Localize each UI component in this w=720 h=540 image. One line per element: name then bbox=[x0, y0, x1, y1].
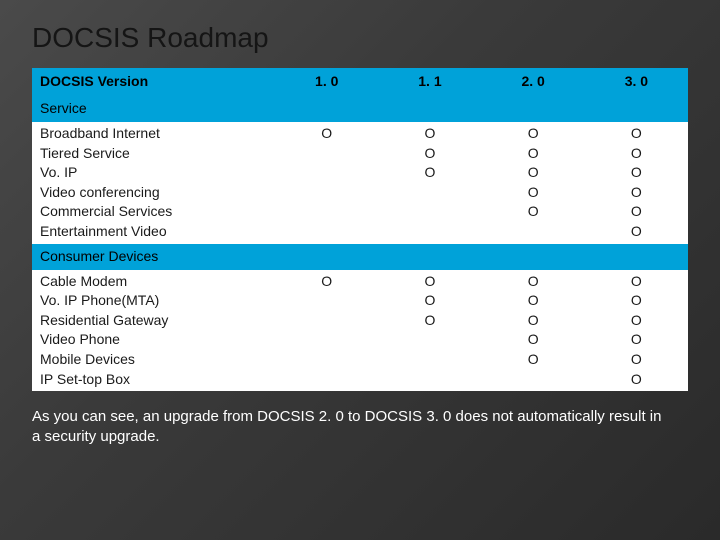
mark: O bbox=[593, 163, 680, 183]
mark: O bbox=[593, 291, 680, 311]
mark: O bbox=[386, 144, 473, 164]
row-item-label: Entertainment Video bbox=[40, 222, 267, 242]
mark: O bbox=[490, 202, 577, 222]
mark: O bbox=[283, 272, 370, 292]
marks-list: O O O bbox=[386, 124, 473, 183]
mark: O bbox=[490, 144, 577, 164]
mark: O bbox=[593, 330, 680, 350]
marks-list: O bbox=[283, 124, 370, 144]
header-version-2: 2. 0 bbox=[482, 68, 585, 96]
mark: O bbox=[386, 291, 473, 311]
section-header-label: Consumer Devices bbox=[32, 244, 688, 270]
marks-list: O O O O O O bbox=[593, 272, 680, 390]
marks-list: O O O bbox=[386, 272, 473, 331]
row-marks-cell: O O O O O bbox=[482, 270, 585, 392]
row-item-label: Vo. IP bbox=[40, 163, 267, 183]
caption-text: As you can see, an upgrade from DOCSIS 2… bbox=[32, 407, 672, 448]
mark: O bbox=[490, 330, 577, 350]
row-item-label: Mobile Devices bbox=[40, 350, 267, 370]
mark: O bbox=[283, 124, 370, 144]
mark: O bbox=[593, 311, 680, 331]
row-item-label: Tiered Service bbox=[40, 144, 267, 164]
row-item-label: Cable Modem bbox=[40, 272, 267, 292]
section-header-row: Consumer Devices bbox=[32, 244, 688, 270]
table-row: Broadband Internet Tiered Service Vo. IP… bbox=[32, 122, 688, 244]
row-marks-cell: O O O O O O bbox=[585, 122, 688, 244]
mark: O bbox=[386, 311, 473, 331]
row-items-cell: Broadband Internet Tiered Service Vo. IP… bbox=[32, 122, 275, 244]
header-version-3: 3. 0 bbox=[585, 68, 688, 96]
mark: O bbox=[593, 222, 680, 242]
mark: O bbox=[593, 124, 680, 144]
row-marks-cell: O bbox=[275, 270, 378, 392]
row-item-label: Video Phone bbox=[40, 330, 267, 350]
row-marks-cell: O bbox=[275, 122, 378, 244]
row-item-label: IP Set-top Box bbox=[40, 370, 267, 390]
items-list: Cable Modem Vo. IP Phone(MTA) Residentia… bbox=[40, 272, 267, 390]
mark: O bbox=[490, 183, 577, 203]
mark: O bbox=[386, 272, 473, 292]
mark: O bbox=[593, 183, 680, 203]
row-marks-cell: O O O O O O bbox=[585, 270, 688, 392]
mark: O bbox=[593, 272, 680, 292]
row-marks-cell: O O O O O bbox=[482, 122, 585, 244]
marks-list: O O O O O O bbox=[593, 124, 680, 242]
row-item-label: Vo. IP Phone(MTA) bbox=[40, 291, 267, 311]
mark: O bbox=[490, 311, 577, 331]
row-item-label: Residential Gateway bbox=[40, 311, 267, 331]
row-item-label: Commercial Services bbox=[40, 202, 267, 222]
page-title: DOCSIS Roadmap bbox=[32, 22, 688, 54]
mark: O bbox=[490, 350, 577, 370]
mark: O bbox=[386, 124, 473, 144]
mark: O bbox=[490, 272, 577, 292]
table-header-row: DOCSIS Version 1. 0 1. 1 2. 0 3. 0 bbox=[32, 68, 688, 96]
section-header-row: Service bbox=[32, 96, 688, 122]
mark: O bbox=[490, 291, 577, 311]
mark: O bbox=[593, 350, 680, 370]
header-version-label: DOCSIS Version bbox=[32, 68, 275, 96]
marks-list: O bbox=[283, 272, 370, 292]
section-header-label: Service bbox=[32, 96, 688, 122]
mark: O bbox=[386, 163, 473, 183]
row-item-label: Broadband Internet bbox=[40, 124, 267, 144]
mark: O bbox=[490, 124, 577, 144]
marks-list: O O O O O bbox=[490, 272, 577, 370]
row-marks-cell: O O O bbox=[378, 270, 481, 392]
row-item-label: Video conferencing bbox=[40, 183, 267, 203]
table-row: Cable Modem Vo. IP Phone(MTA) Residentia… bbox=[32, 270, 688, 392]
mark: O bbox=[490, 163, 577, 183]
header-version-0: 1. 0 bbox=[275, 68, 378, 96]
marks-list: O O O O O bbox=[490, 124, 577, 222]
mark: O bbox=[593, 202, 680, 222]
roadmap-table: DOCSIS Version 1. 0 1. 1 2. 0 3. 0 Servi… bbox=[32, 68, 688, 391]
slide-root: DOCSIS Roadmap DOCSIS Version 1. 0 1. 1 … bbox=[0, 0, 720, 540]
items-list: Broadband Internet Tiered Service Vo. IP… bbox=[40, 124, 267, 242]
header-version-1: 1. 1 bbox=[378, 68, 481, 96]
row-items-cell: Cable Modem Vo. IP Phone(MTA) Residentia… bbox=[32, 270, 275, 392]
row-marks-cell: O O O bbox=[378, 122, 481, 244]
mark: O bbox=[593, 370, 680, 390]
mark: O bbox=[593, 144, 680, 164]
